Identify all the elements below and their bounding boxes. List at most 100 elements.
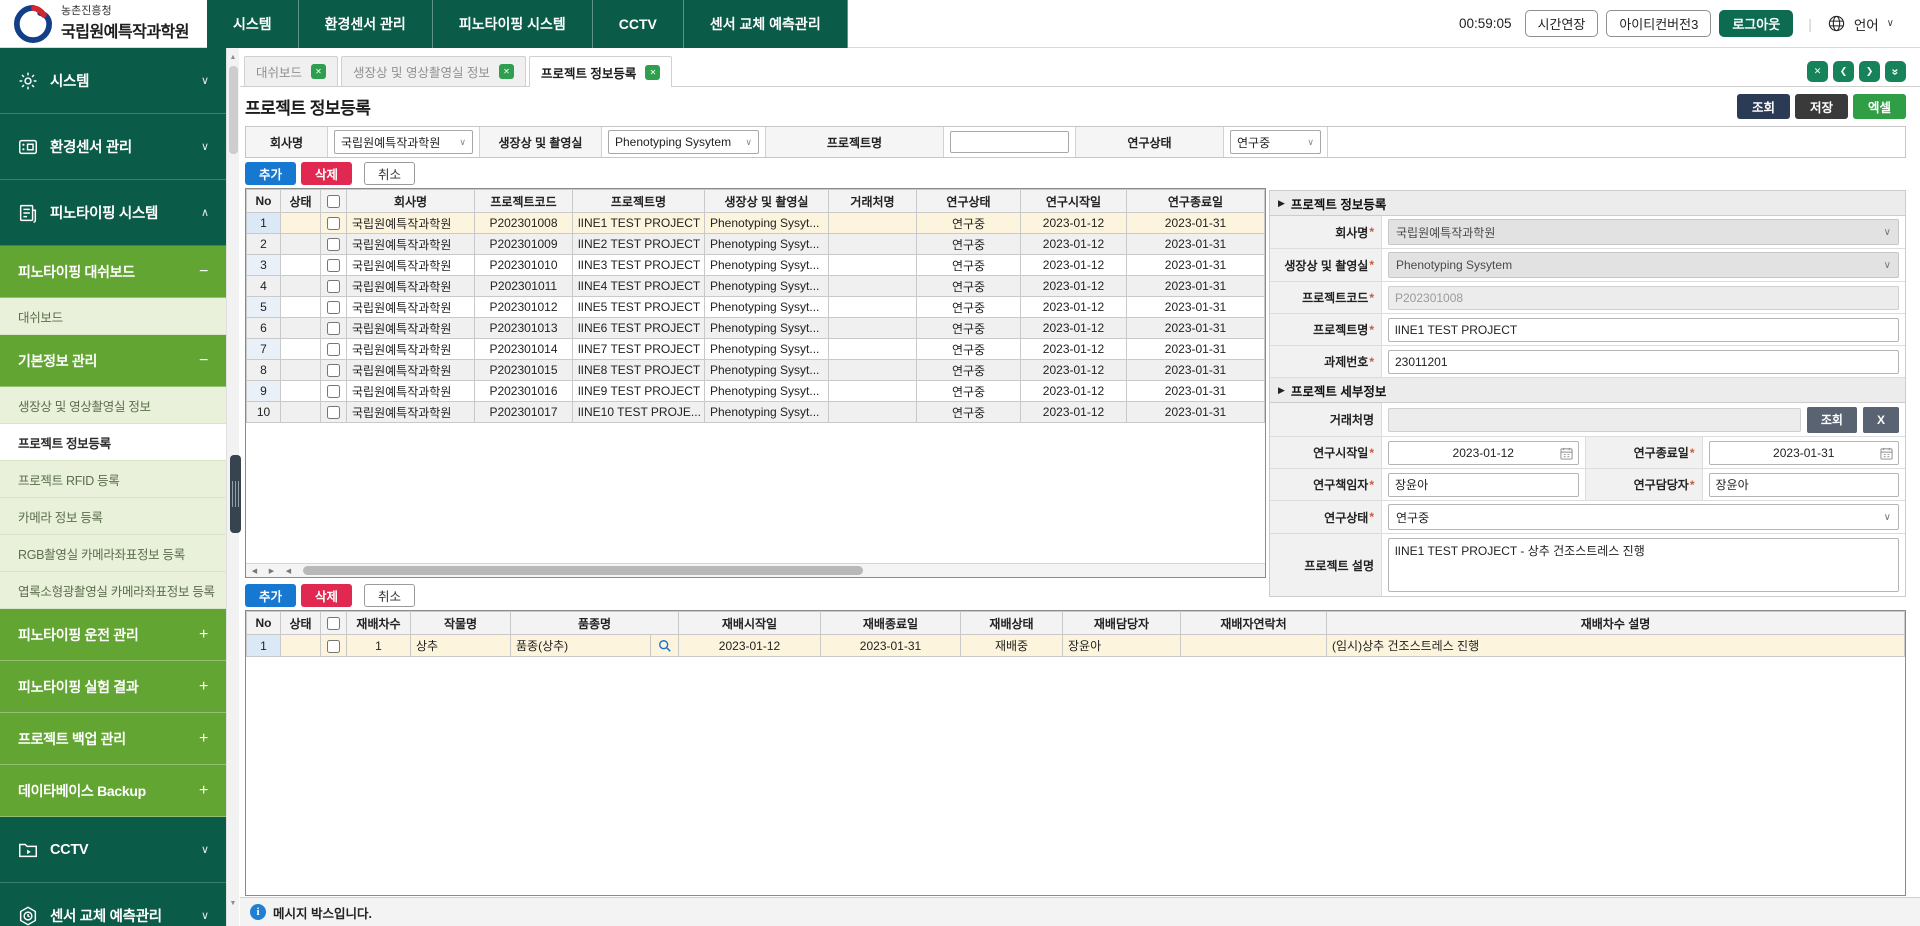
logout-button[interactable]: 로그아웃 <box>1719 10 1793 37</box>
chevron-down-icon[interactable]: ∨ <box>1887 18 1894 29</box>
row-checkbox[interactable] <box>327 217 340 230</box>
select-all-checkbox[interactable] <box>327 617 340 630</box>
sidebar-group-basic-info[interactable]: 기본정보 관리 − <box>0 335 226 387</box>
scroll-left-icon[interactable]: ◀ <box>246 564 263 577</box>
calendar-icon[interactable] <box>1560 447 1573 463</box>
row-checkbox[interactable] <box>327 343 340 356</box>
sidebar-group-dashboard[interactable]: 피노타이핑 대쉬보드 − <box>0 246 226 298</box>
sidebar-item-phenotyping[interactable]: 피노타이핑 시스템 ∧ <box>0 180 226 246</box>
sidebar-item-chlorophyll-camera-coords[interactable]: 엽록소형광촬영실 카메라좌표정보 등록 <box>0 572 226 609</box>
sidebar-group-project-backup[interactable]: 프로젝트 백업 관리 + <box>0 713 226 765</box>
row-checkbox[interactable] <box>327 301 340 314</box>
sidebar-item-project-rfid[interactable]: 프로젝트 RFID 등록 <box>0 461 226 498</box>
nav-item-phenotyping[interactable]: 피노타이핑 시스템 <box>433 0 593 48</box>
row-checkbox[interactable] <box>327 238 340 251</box>
company-select[interactable]: 국립원예특작과학원 ∨ <box>1388 219 1899 245</box>
panel-splitter-handle[interactable] <box>230 455 241 533</box>
calendar-icon[interactable] <box>1880 447 1893 463</box>
row-checkbox[interactable] <box>327 280 340 293</box>
sidebar-item-cctv[interactable]: CCTV ∨ <box>0 817 226 883</box>
client-search-button[interactable]: 조회 <box>1807 407 1857 433</box>
sidebar-item-project-register[interactable]: 프로젝트 정보등록 <box>0 424 226 461</box>
row-checkbox[interactable] <box>327 259 340 272</box>
row-checkbox[interactable] <box>327 322 340 335</box>
select-all-checkbox[interactable] <box>327 195 340 208</box>
scrollbar-thumb[interactable] <box>229 66 238 154</box>
table-row[interactable]: 1 국립원예특작과학원 P202301008 lINE1 TEST PROJEC… <box>247 213 1265 234</box>
chamber-select[interactable]: Phenotyping Sysytem ∨ <box>1388 252 1899 278</box>
search-button[interactable]: 조회 <box>1737 94 1790 119</box>
add-button[interactable]: 추가 <box>245 584 296 607</box>
scroll-right-icon[interactable]: ▶ <box>263 564 280 577</box>
sidebar-group-experiment-results[interactable]: 피노타이핑 실험 결과 + <box>0 661 226 713</box>
table-row[interactable]: 8 국립원예특작과학원 P202301015 lINE8 TEST PROJEC… <box>247 360 1265 381</box>
row-checkbox[interactable] <box>327 385 340 398</box>
delete-button[interactable]: 삭제 <box>301 584 352 607</box>
excel-button[interactable]: 엑셀 <box>1853 94 1906 119</box>
tab-close-icon[interactable]: ✕ <box>645 65 660 80</box>
row-checkbox[interactable] <box>327 640 340 653</box>
sidebar-group-operation[interactable]: 피노타이핑 운전 관리 + <box>0 609 226 661</box>
sidebar-item-env-sensor[interactable]: 환경센서 관리 ∨ <box>0 114 226 180</box>
save-button[interactable]: 저장 <box>1795 94 1848 119</box>
sidebar-item-rgb-camera-coords[interactable]: RGB촬영실 카메라좌표정보 등록 <box>0 535 226 572</box>
end-date-input[interactable]: 2023-01-31 <box>1709 441 1900 465</box>
tab-dashboard[interactable]: 대쉬보드 ✕ <box>244 56 338 86</box>
tab-project-register[interactable]: 프로젝트 정보등록 ✕ <box>529 56 672 87</box>
start-date-input[interactable]: 2023-01-12 <box>1388 441 1579 465</box>
table-row[interactable]: 4 국립원예특작과학원 P202301011 lINE4 TEST PROJEC… <box>247 276 1265 297</box>
sidebar-item-system[interactable]: 시스템 ∨ <box>0 48 226 114</box>
nav-item-system[interactable]: 시스템 <box>207 0 299 48</box>
filter-project-input[interactable] <box>950 131 1069 153</box>
globe-icon[interactable] <box>1827 14 1846 33</box>
language-label[interactable]: 언어 <box>1854 14 1879 34</box>
table-row[interactable]: 5 국립원예특작과학원 P202301012 lINE5 TEST PROJEC… <box>247 297 1265 318</box>
table-row[interactable]: 10 국립원예특작과학원 P202301017 lINE10 TEST PROJ… <box>247 402 1265 423</box>
manager-input[interactable] <box>1709 473 1900 497</box>
table-row[interactable]: 1 1 상추 품종(상추) <box>247 635 1905 657</box>
add-button[interactable]: 추가 <box>245 162 296 185</box>
tab-list-icon[interactable]: » <box>1885 61 1906 82</box>
extend-time-button[interactable]: 시간연장 <box>1525 10 1599 37</box>
task-number-input[interactable] <box>1388 350 1899 374</box>
research-status-select[interactable]: 연구중 ∨ <box>1388 504 1899 530</box>
client-clear-button[interactable]: X <box>1863 407 1899 433</box>
filter-company-select[interactable]: 국립원예특작과학원 ∨ <box>334 130 473 154</box>
sidebar-item-camera-info[interactable]: 카메라 정보 등록 <box>0 498 226 535</box>
filter-chamber-select[interactable]: Phenotyping Sysytem ∨ <box>608 130 759 154</box>
search-variety-icon[interactable] <box>650 635 678 656</box>
tab-chamber-info[interactable]: 생장상 및 영상촬영실 정보 ✕ <box>341 56 526 86</box>
close-all-tabs-icon[interactable]: ✕ <box>1807 61 1828 82</box>
table-row[interactable]: 6 국립원예특작과학원 P202301013 lINE6 TEST PROJEC… <box>247 318 1265 339</box>
leader-input[interactable] <box>1388 473 1579 497</box>
nav-item-env-sensor[interactable]: 환경센서 관리 <box>299 0 433 48</box>
scrollbar-thumb[interactable] <box>303 566 863 575</box>
scroll-left-icon[interactable]: ◀ <box>280 564 297 577</box>
nav-item-sensor-replace[interactable]: 센서 교체 예측관리 <box>684 0 848 48</box>
project-name-input[interactable] <box>1388 318 1899 342</box>
sidebar-item-chamber-info[interactable]: 생장상 및 영상촬영실 정보 <box>0 387 226 424</box>
scroll-up-icon[interactable]: ▲ <box>227 50 239 64</box>
delete-button[interactable]: 삭제 <box>301 162 352 185</box>
prev-tab-icon[interactable]: ❮ <box>1833 61 1854 82</box>
sidebar-item-sensor-replace[interactable]: 센서 교체 예측관리 ∨ <box>0 883 226 926</box>
row-checkbox[interactable] <box>327 406 340 419</box>
horizontal-scrollbar[interactable]: ◀ ▶ ◀ <box>246 563 1265 577</box>
nav-item-cctv[interactable]: CCTV <box>593 0 684 48</box>
account-button[interactable]: 아이티컨버전3 <box>1606 10 1711 37</box>
filter-status-select[interactable]: 연구중 ∨ <box>1230 130 1321 154</box>
cancel-button[interactable]: 취소 <box>364 162 415 185</box>
table-row[interactable]: 9 국립원예특작과학원 P202301016 lINE9 TEST PROJEC… <box>247 381 1265 402</box>
table-row[interactable]: 2 국립원예특작과학원 P202301009 lINE2 TEST PROJEC… <box>247 234 1265 255</box>
tab-close-icon[interactable]: ✕ <box>311 64 326 79</box>
project-description-textarea[interactable]: lINE1 TEST PROJECT - 상추 건조스트레스 진행 <box>1388 538 1899 592</box>
sidebar-item-dashboard[interactable]: 대쉬보드 <box>0 298 226 335</box>
row-checkbox[interactable] <box>327 364 340 377</box>
sidebar-group-database-backup[interactable]: 데이타베이스 Backup + <box>0 765 226 817</box>
scroll-down-icon[interactable]: ▼ <box>227 896 239 910</box>
table-row[interactable]: 3 국립원예특작과학원 P202301010 lINE3 TEST PROJEC… <box>247 255 1265 276</box>
next-tab-icon[interactable]: ❯ <box>1859 61 1880 82</box>
tab-close-icon[interactable]: ✕ <box>499 64 514 79</box>
table-row[interactable]: 7 국립원예특작과학원 P202301014 lINE7 TEST PROJEC… <box>247 339 1265 360</box>
cancel-button[interactable]: 취소 <box>364 584 415 607</box>
